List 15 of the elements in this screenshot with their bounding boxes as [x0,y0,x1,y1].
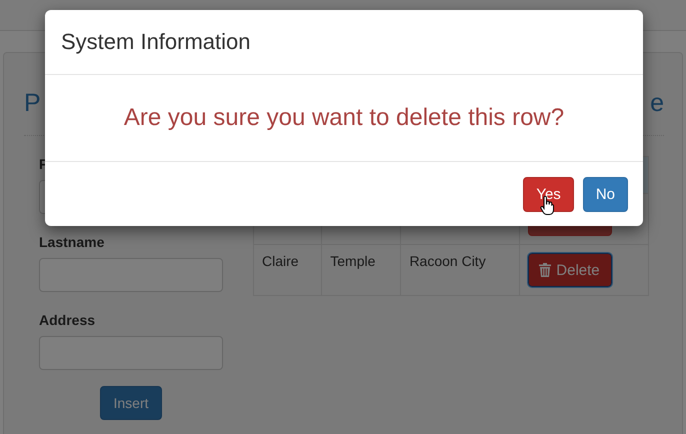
input-field[interactable] [39,258,223,292]
delete-button[interactable]: Delete [528,253,612,287]
page-heading: e [650,89,664,117]
table-cell: Racoon City [409,253,486,269]
insert-button[interactable]: Insert [100,386,162,420]
no-button[interactable]: No [582,176,628,212]
field-label: Address [39,312,96,328]
table-cell: Claire [262,253,299,269]
input-field[interactable] [39,336,223,370]
field-label: Lastname [39,234,106,250]
page-heading: P [24,89,41,117]
confirm-message: Are you sure you want to delete this row? [124,104,564,132]
trash-icon [539,263,552,277]
dialog-title: System Information [61,29,251,55]
table-cell: Temple [330,253,376,269]
